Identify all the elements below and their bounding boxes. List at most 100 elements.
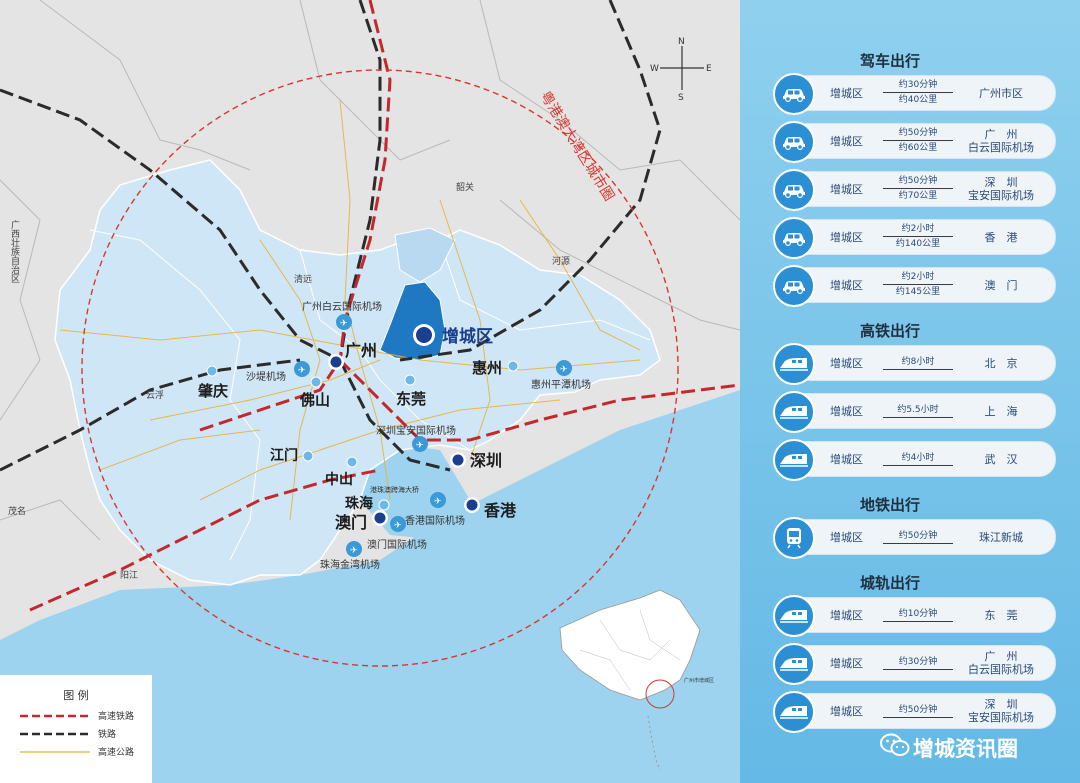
- bay-area-map: 粤港澳大湾区城市圈 N S E W 广西壮族自治区 韶关 河源 清远 云浮 茂名…: [0, 0, 740, 783]
- airport-baiyun-label: 广州白云国际机场: [302, 300, 382, 313]
- yunfu-label: 云浮: [146, 389, 164, 401]
- route-origin: 增城区: [830, 135, 863, 148]
- qingyuan-label: 清远: [294, 273, 312, 285]
- route-destination-line: 白云国际机场: [968, 141, 1034, 154]
- route-time: 约50分钟: [898, 176, 938, 186]
- svg-text:✈: ✈: [394, 521, 402, 531]
- train-icon: [773, 691, 815, 733]
- route-destination-line: 珠江新城: [979, 530, 1023, 544]
- city-hongkong-label: 香港: [483, 501, 517, 520]
- city-huizhou-label: 惠州: [472, 359, 502, 377]
- svg-text:E: E: [706, 64, 712, 74]
- route-time: 约2小时: [901, 224, 935, 234]
- route-row: 增城区 约30分钟 约40公里 广州市区: [773, 73, 1056, 115]
- city-guangzhou-label: 广州: [345, 341, 377, 360]
- route-destination: 深 圳宝安国际机场: [955, 172, 1047, 206]
- route-destination: 东 莞: [955, 598, 1047, 632]
- metro-icon: [773, 517, 815, 559]
- route-distance: 约145公里: [895, 287, 941, 297]
- route-origin: 增城区: [830, 405, 863, 418]
- route-destination-line: 深 圳: [984, 698, 1018, 711]
- guangxi-label: 广西壮族自治区: [9, 219, 20, 283]
- train-icon: [773, 343, 815, 385]
- city-shenzhen-label: 深圳: [470, 451, 502, 470]
- route-time-distance: 约2小时约145公里: [881, 270, 955, 299]
- route-destination-line: 广州市区: [979, 86, 1023, 100]
- route-time: 约50分钟: [898, 531, 938, 541]
- route-destination: 广州市区: [955, 76, 1047, 110]
- route-time-distance: 约50分钟约70公里: [881, 174, 955, 203]
- route-time-wrap: 约50分钟: [881, 703, 955, 718]
- car-icon: [773, 265, 815, 307]
- route-origin: 增城区: [830, 705, 863, 718]
- route-time-wrap: 约30分钟: [881, 655, 955, 670]
- route-origin: 增城区: [830, 657, 863, 670]
- train-icon: [773, 643, 815, 685]
- car-icon: [773, 121, 815, 163]
- route-distance: 约60公里: [898, 143, 938, 153]
- section-title: 高铁出行: [859, 322, 920, 340]
- route-destination-line: 上 海: [984, 404, 1018, 418]
- route-destination-line: 北 京: [984, 356, 1018, 370]
- city-dongguan-label: 东莞: [396, 390, 426, 408]
- svg-text:✈: ✈: [340, 319, 348, 329]
- route-origin: 增城区: [830, 357, 863, 370]
- route-time: 约2小时: [901, 272, 935, 282]
- route-destination-line: 武 汉: [984, 452, 1018, 466]
- airport-baoan-label: 深圳宝安国际机场: [376, 424, 456, 437]
- maoming-label: 茂名: [8, 505, 26, 517]
- route-destination-line: 宝安国际机场: [968, 189, 1034, 202]
- route-destination: 广 州白云国际机场: [955, 124, 1047, 158]
- route-destination: 上 海: [955, 394, 1047, 428]
- legend-title: 图 例: [63, 689, 89, 702]
- airport-shadi-label: 沙堤机场: [246, 370, 286, 383]
- svg-text:✈: ✈: [416, 441, 424, 451]
- route-time-wrap: 约50分钟: [881, 529, 955, 544]
- city-macau-label: 澳门: [335, 513, 367, 532]
- route-destination-line: 深 圳: [984, 176, 1018, 189]
- route-time-wrap: 约8小时: [881, 355, 955, 370]
- heyuan-label: 河源: [552, 255, 570, 267]
- route-time-distance: 约2小时 约140公里: [881, 222, 955, 251]
- svg-text:✈: ✈: [560, 365, 568, 375]
- city-foshan-label: 佛山: [299, 391, 330, 409]
- svg-text:✈: ✈: [350, 546, 358, 556]
- route-origin: 增城区: [830, 609, 863, 622]
- svg-text:N: N: [678, 37, 685, 47]
- route-row: 增城区 约10分钟 东 莞: [773, 595, 1056, 637]
- city-zhongshan-label: 中山: [325, 471, 353, 488]
- route-origin: 增城区: [830, 279, 863, 292]
- route-distance: 约40公里: [898, 95, 938, 105]
- route-time: 约30分钟: [898, 657, 938, 667]
- route-destination: 珠江新城: [955, 520, 1047, 554]
- train-icon: [773, 439, 815, 481]
- svg-text:✈: ✈: [434, 497, 442, 507]
- svg-text:✈: ✈: [298, 366, 306, 376]
- route-destination: 武 汉: [955, 442, 1047, 476]
- route-destination-line: 广 州: [984, 650, 1018, 663]
- route-time: 约8小时: [901, 357, 935, 367]
- svg-text:广州市增城区: 广州市增城区: [684, 677, 714, 684]
- route-time: 约50分钟: [898, 705, 938, 715]
- route-destination-line: 白云国际机场: [968, 663, 1034, 676]
- route-time-wrap: 约4小时: [881, 451, 955, 466]
- airport-hk-label: 香港国际机场: [405, 514, 465, 527]
- yangjiang-label: 阳江: [120, 570, 138, 581]
- route-destination: 深 圳宝安国际机场: [955, 694, 1047, 728]
- route-distance: 约70公里: [898, 191, 938, 201]
- route-destination: 澳 门: [955, 268, 1047, 302]
- route-destination-line: 澳 门: [984, 278, 1018, 292]
- route-row: 增城区 约4小时 武 汉: [773, 439, 1056, 481]
- section-title: 城轨出行: [859, 574, 920, 592]
- route-origin: 增城区: [830, 183, 863, 196]
- route-time-wrap: 约10分钟: [881, 607, 955, 622]
- route-time-distance: 约50分钟 约60公里: [881, 126, 955, 155]
- airport-pingtan-label: 惠州平潭机场: [531, 378, 591, 391]
- shaoguan-label: 韶关: [456, 181, 474, 193]
- route-time: 约10分钟: [898, 609, 938, 619]
- route-destination-line: 香 港: [984, 230, 1018, 244]
- city-zhaoqing-label: 肇庆: [197, 382, 228, 400]
- route-row: 增城区 约50分钟 深 圳宝安国际机场: [773, 691, 1056, 733]
- route-time: 约30分钟: [898, 80, 938, 90]
- svg-text:S: S: [678, 93, 684, 103]
